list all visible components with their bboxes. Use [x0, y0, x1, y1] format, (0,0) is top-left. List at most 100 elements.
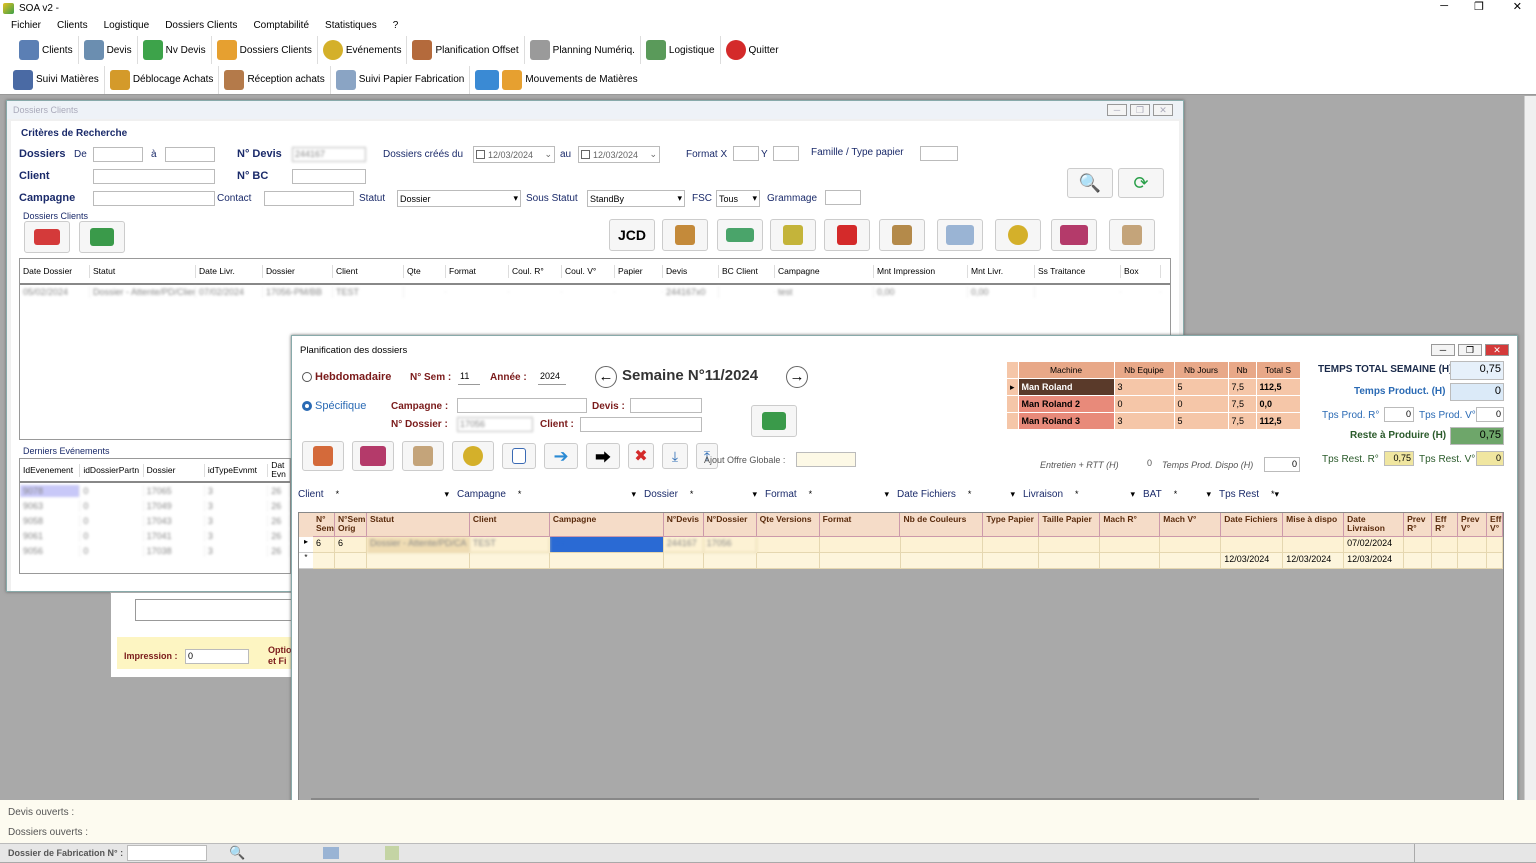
prod-r-value[interactable]: 0	[1384, 407, 1414, 422]
entretien-input[interactable]: 0	[1126, 457, 1154, 472]
planning-cell[interactable]	[549, 553, 664, 569]
planning-col-header[interactable]: Eff R°	[1432, 513, 1459, 537]
planning-cell[interactable]: 17056	[703, 537, 757, 553]
grammage-input[interactable]	[825, 190, 861, 205]
menu-comptabilite[interactable]: Comptabilité	[245, 20, 317, 31]
statut-select[interactable]: Dossier ▾	[397, 190, 521, 207]
column-header[interactable]: BC Client	[719, 264, 775, 278]
maximize-button[interactable]: ❐	[1474, 0, 1484, 13]
column-header[interactable]: IdEvenement	[20, 463, 81, 477]
search-button[interactable]: 🔍	[1067, 168, 1113, 198]
planning-cell[interactable]	[900, 553, 984, 569]
column-header[interactable]: Client	[333, 264, 404, 278]
column-header[interactable]: Dat Evn	[268, 459, 290, 481]
impression-input[interactable]: 0	[185, 649, 249, 664]
clients-button[interactable]: Clients	[14, 36, 79, 64]
copy-button[interactable]	[502, 443, 536, 469]
nbc-input[interactable]	[292, 169, 366, 184]
planning-cell[interactable]	[1039, 553, 1101, 569]
filter-dossier[interactable]: Dossier * ▾	[644, 489, 765, 500]
planning-cell[interactable]	[1160, 553, 1222, 569]
ajout-offre-input[interactable]	[796, 452, 856, 467]
column-header[interactable]: Coul. V°	[562, 264, 615, 278]
menu-fichier[interactable]: Fichier	[3, 20, 49, 31]
logistique-button[interactable]: Logistique	[641, 36, 721, 64]
event-row[interactable]: 9056 0 17038 3 26	[20, 543, 290, 558]
dossiers-close-button[interactable]: ✕	[1153, 104, 1173, 116]
background-input[interactable]	[135, 599, 295, 621]
menu-dossiers-clients[interactable]: Dossiers Clients	[157, 20, 245, 31]
planning-row-1[interactable]: ▸ 6 6 Dossier - Attente/PD/CA TEST test 244167…	[299, 537, 1503, 553]
date-checkbox[interactable]	[476, 150, 485, 159]
row-selector[interactable]: ▸	[299, 537, 313, 553]
event-row[interactable]: 9058 0 17043 3 26	[20, 513, 290, 528]
planning-cell[interactable]: 12/03/2024	[1344, 553, 1405, 569]
planning-col-header[interactable]: Prev R°	[1404, 513, 1433, 537]
formatx-input[interactable]	[733, 146, 759, 161]
planning-cell[interactable]: 12/03/2024	[1283, 553, 1345, 569]
plan-min-button[interactable]: ─	[1431, 344, 1455, 356]
planning-cell[interactable]	[366, 553, 470, 569]
menu-logistique[interactable]: Logistique	[96, 20, 158, 31]
suivi-papier-button[interactable]: Suivi Papier Fabrication	[331, 65, 471, 94]
specifique-radio[interactable]: Spécifique	[302, 400, 366, 412]
campagne-input[interactable]	[93, 191, 215, 206]
plan-excel-button[interactable]	[751, 405, 797, 437]
planning-col-header[interactable]: Type Papier	[983, 513, 1040, 537]
planning-col-header[interactable]: Format	[819, 513, 901, 537]
column-header[interactable]: idDossierPartn	[80, 463, 144, 477]
planning-col-header[interactable]: N° Sem	[312, 513, 335, 537]
column-header[interactable]: Qte	[404, 264, 446, 278]
planning-row-new[interactable]: * 12/03/2024 12/03/2024 12/03/2024	[299, 553, 1503, 569]
column-header[interactable]: Ss Traitance	[1035, 264, 1121, 278]
prod-value[interactable]: 0	[1450, 383, 1504, 401]
planning-cell[interactable]	[983, 553, 1040, 569]
planning-cell[interactable]: 12/03/2024	[1221, 553, 1284, 569]
column-header[interactable]: idTypeEvnmt	[204, 463, 269, 477]
refresh-button[interactable]: ⟳	[1118, 168, 1164, 198]
date-checkbox[interactable]	[581, 150, 590, 159]
planning-col-header[interactable]: Statut	[366, 513, 470, 537]
rest-v-value[interactable]: 0	[1476, 451, 1504, 466]
filter-bat[interactable]: BAT * ▾	[1143, 489, 1219, 500]
planning-cell[interactable]	[469, 553, 550, 569]
client-input[interactable]	[93, 169, 215, 184]
planning-cell[interactable]	[1100, 553, 1161, 569]
menu-help[interactable]: ?	[385, 20, 407, 31]
planning-cell[interactable]	[819, 553, 901, 569]
minimize-button[interactable]: ─	[1440, 0, 1448, 12]
planning-cell[interactable]	[819, 537, 901, 553]
plan-events-button[interactable]	[452, 441, 494, 471]
sous-statut-select[interactable]: StandBy ▾	[587, 190, 685, 207]
filter-client[interactable]: Client * ▾	[298, 489, 457, 500]
planning-col-header[interactable]: Taille Papier	[1039, 513, 1101, 537]
new-devis-button[interactable]: Nv Devis	[138, 36, 212, 64]
planning-numerique-button[interactable]: Planning Numériq.	[525, 36, 641, 64]
planning-col-header[interactable]: Eff V°	[1487, 513, 1503, 537]
planning-cell[interactable]: TEST	[469, 537, 550, 553]
column-header[interactable]: Box	[1121, 264, 1161, 278]
plan-ndossier-input[interactable]: 17056	[457, 417, 533, 432]
folder-action-button[interactable]	[662, 219, 708, 251]
planning-col-header[interactable]: N°Devis	[663, 513, 704, 537]
planning-cell[interactable]	[756, 553, 820, 569]
date-from-picker[interactable]: 12/03/2024 ⌄	[473, 146, 555, 163]
evenements-button[interactable]: Evénements	[318, 36, 408, 64]
planning-cell[interactable]	[1160, 537, 1222, 553]
annee-input[interactable]: 2024	[538, 370, 566, 385]
devis-button[interactable]: Devis	[79, 36, 138, 64]
filter-format[interactable]: Format * ▾	[765, 489, 897, 500]
planning-cell[interactable]: 244167	[663, 537, 704, 553]
row-selector[interactable]: *	[299, 553, 313, 569]
filter-campagne[interactable]: Campagne * ▾	[457, 489, 644, 500]
column-header[interactable]: Mnt Impression	[874, 264, 968, 278]
dossier-to-input[interactable]	[165, 147, 215, 162]
menu-statistiques[interactable]: Statistiques	[317, 20, 385, 31]
planning-col-header[interactable]: Campagne	[549, 513, 664, 537]
tps-dispo-input[interactable]: 0	[1264, 457, 1300, 472]
planning-cell[interactable]	[983, 537, 1040, 553]
famille-input[interactable]	[920, 146, 958, 161]
plan-max-button[interactable]: ❐	[1458, 344, 1482, 356]
column-header[interactable]: Statut	[90, 264, 196, 278]
money-button[interactable]	[717, 219, 763, 251]
